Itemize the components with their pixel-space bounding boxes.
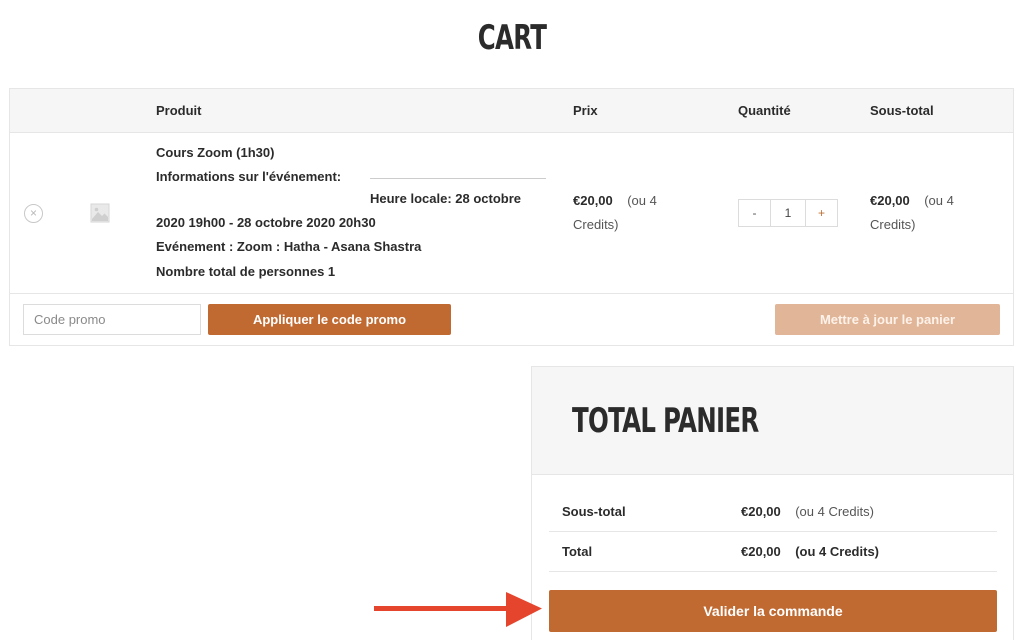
- cart-totals: TOTAL PANIER Sous-total €20,00 (ou 4 Cre…: [531, 366, 1014, 640]
- subtotal-value: €20,00 (ou 4 Credits): [741, 504, 874, 519]
- total-amount: €20,00: [741, 544, 781, 559]
- product-name[interactable]: Cours Zoom (1h30): [156, 145, 274, 160]
- subtotal-row: Sous-total €20,00 (ou 4 Credits): [549, 492, 997, 532]
- quantity-decrease-button[interactable]: -: [739, 200, 771, 226]
- subtotal-credits-total: (ou 4 Credits): [795, 504, 874, 519]
- update-cart-button[interactable]: Mettre à jour le panier: [775, 304, 1000, 335]
- total-value: €20,00 (ou 4 Credits): [741, 544, 879, 559]
- price-amount: €20,00: [573, 193, 613, 208]
- item-price: €20,00 (ou 4 Credits): [573, 189, 693, 237]
- close-circle-icon: ×: [29, 206, 37, 220]
- table-row: × Cours Zoom (1h30) Informations sur l'é…: [10, 133, 1013, 294]
- cart-actions: Appliquer le code promo Mettre à jour le…: [10, 294, 1013, 345]
- price-credits-line2: Credits): [573, 217, 619, 232]
- cart-table: Produit Prix Quantité Sous-total × Cours…: [9, 88, 1014, 346]
- totals-header: TOTAL PANIER: [532, 367, 1013, 475]
- remove-item-button[interactable]: ×: [24, 204, 43, 223]
- quantity-increase-button[interactable]: +: [805, 200, 837, 226]
- totals-title: TOTAL PANIER: [572, 401, 759, 441]
- total-label: Total: [562, 544, 593, 559]
- total-credits: (ou 4 Credits): [795, 544, 880, 559]
- table-header: Produit Prix Quantité Sous-total: [10, 89, 1013, 133]
- subtotal-credits-line2: Credits): [870, 217, 916, 232]
- header-price: Prix: [573, 103, 598, 118]
- page-title: CART: [477, 18, 547, 58]
- price-credits: (ou 4: [627, 193, 657, 208]
- local-time-line2: 2020 19h00 - 28 octobre 2020 20h30: [156, 215, 376, 230]
- quantity-input[interactable]: 1: [771, 200, 805, 226]
- coupon-code-input[interactable]: [23, 304, 201, 335]
- arrow-right-icon: [374, 592, 542, 627]
- subtotal-credits: (ou 4: [924, 193, 954, 208]
- apply-coupon-button[interactable]: Appliquer le code promo: [208, 304, 451, 335]
- item-subtotal: €20,00 (ou 4 Credits): [870, 189, 990, 237]
- header-quantity: Quantité: [738, 103, 791, 118]
- checkout-button[interactable]: Valider la commande: [549, 590, 997, 632]
- event-info-label: Informations sur l'événement:: [156, 169, 342, 184]
- event-name: Evénement : Zoom : Hatha - Asana Shastra: [156, 239, 422, 254]
- persons-count: Nombre total de personnes 1: [156, 264, 336, 279]
- total-row: Total €20,00 (ou 4 Credits): [549, 532, 997, 572]
- header-subtotal: Sous-total: [870, 103, 934, 118]
- subtotal-amount-total: €20,00: [741, 504, 781, 519]
- header-product: Produit: [156, 103, 202, 118]
- subtotal-amount: €20,00: [870, 193, 910, 208]
- local-time-line1: Heure locale: 28 octobre: [370, 191, 521, 206]
- subtotal-label: Sous-total: [562, 504, 626, 519]
- divider: [370, 178, 546, 179]
- quantity-stepper[interactable]: - 1 +: [738, 199, 838, 227]
- image-placeholder-icon: [90, 203, 110, 223]
